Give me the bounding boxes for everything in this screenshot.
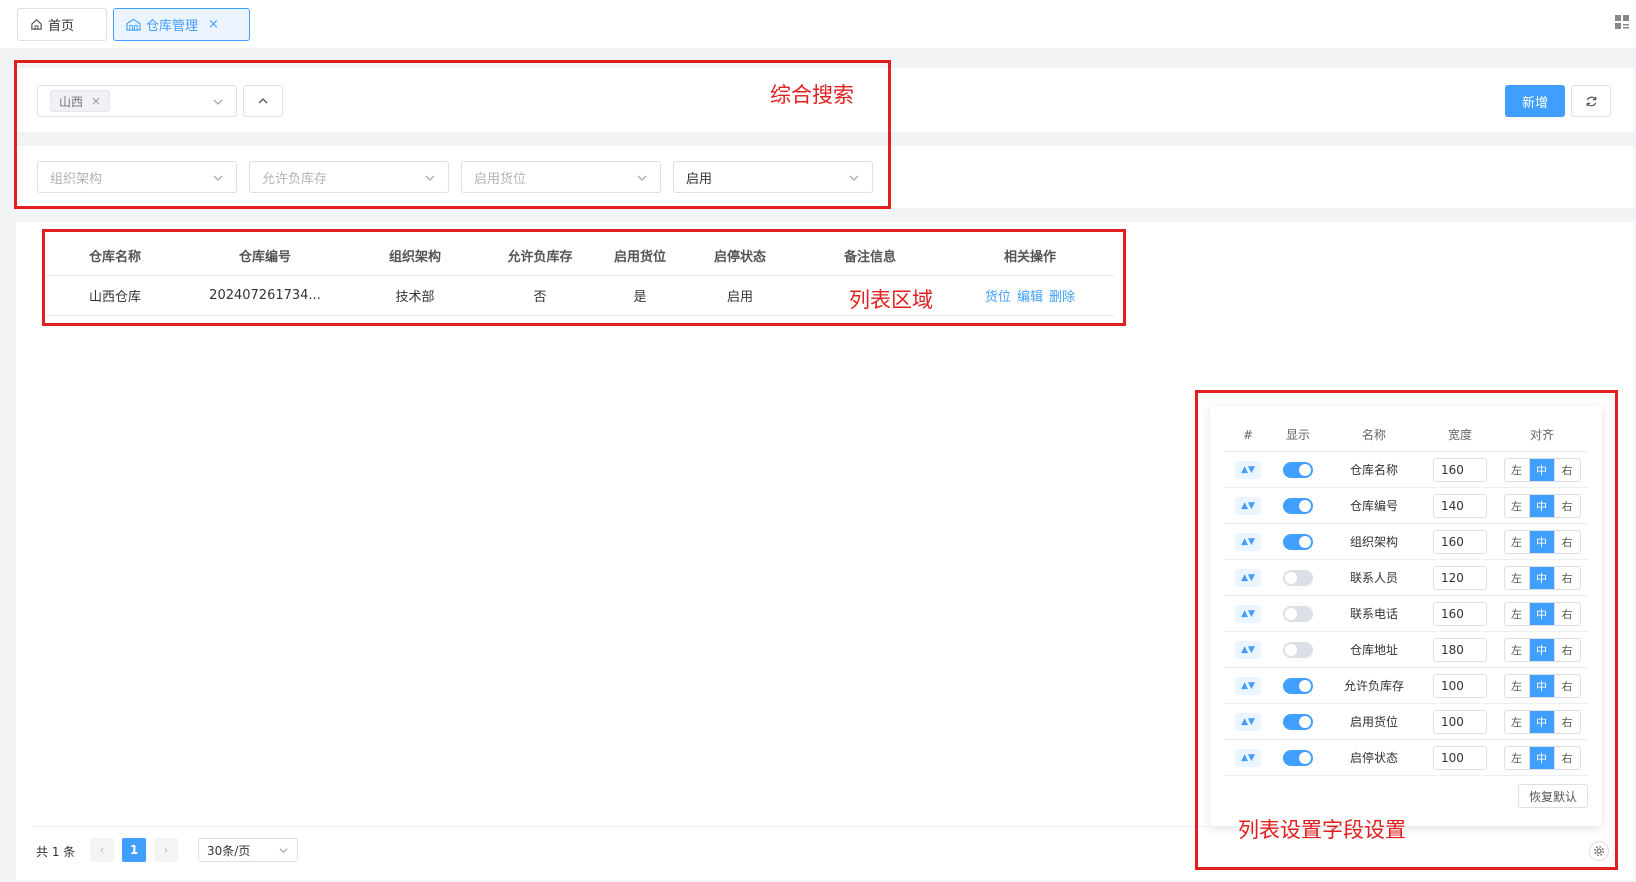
home-icon (31, 19, 42, 30)
prev-page-button[interactable]: ‹ (90, 838, 114, 862)
tab-home-label: 首页 (48, 19, 75, 34)
search-annotation-box (14, 60, 891, 209)
grid-menu-icon[interactable] (1614, 14, 1630, 30)
list-annotation-box (42, 229, 1126, 326)
tab-bar: 首页 仓库管理 × (0, 0, 1636, 48)
add-button[interactable]: 新增 (1505, 85, 1565, 117)
tab-home[interactable]: 首页 (17, 8, 107, 41)
list-annotation-label: 列表区域 (849, 288, 933, 312)
next-page-button[interactable]: › (154, 838, 178, 862)
warehouse-icon (126, 18, 141, 31)
settings-annotation-label: 列表设置字段设置 (1238, 818, 1406, 842)
page-size-select[interactable]: 30条/页 (198, 838, 298, 862)
chevron-down-icon (279, 848, 288, 854)
tab-warehouse[interactable]: 仓库管理 × (113, 8, 250, 41)
tab-warehouse-label: 仓库管理 (146, 19, 199, 34)
tab-close-icon[interactable]: × (208, 17, 219, 32)
search-annotation-label: 综合搜索 (770, 83, 854, 107)
total-count: 共 1 条 (36, 845, 76, 859)
settings-annotation-box (1195, 390, 1618, 870)
refresh-icon (1586, 96, 1596, 106)
refresh-button[interactable] (1571, 85, 1611, 117)
page-size-value: 30条/页 (207, 843, 251, 858)
current-page-button[interactable]: 1 (122, 838, 146, 862)
